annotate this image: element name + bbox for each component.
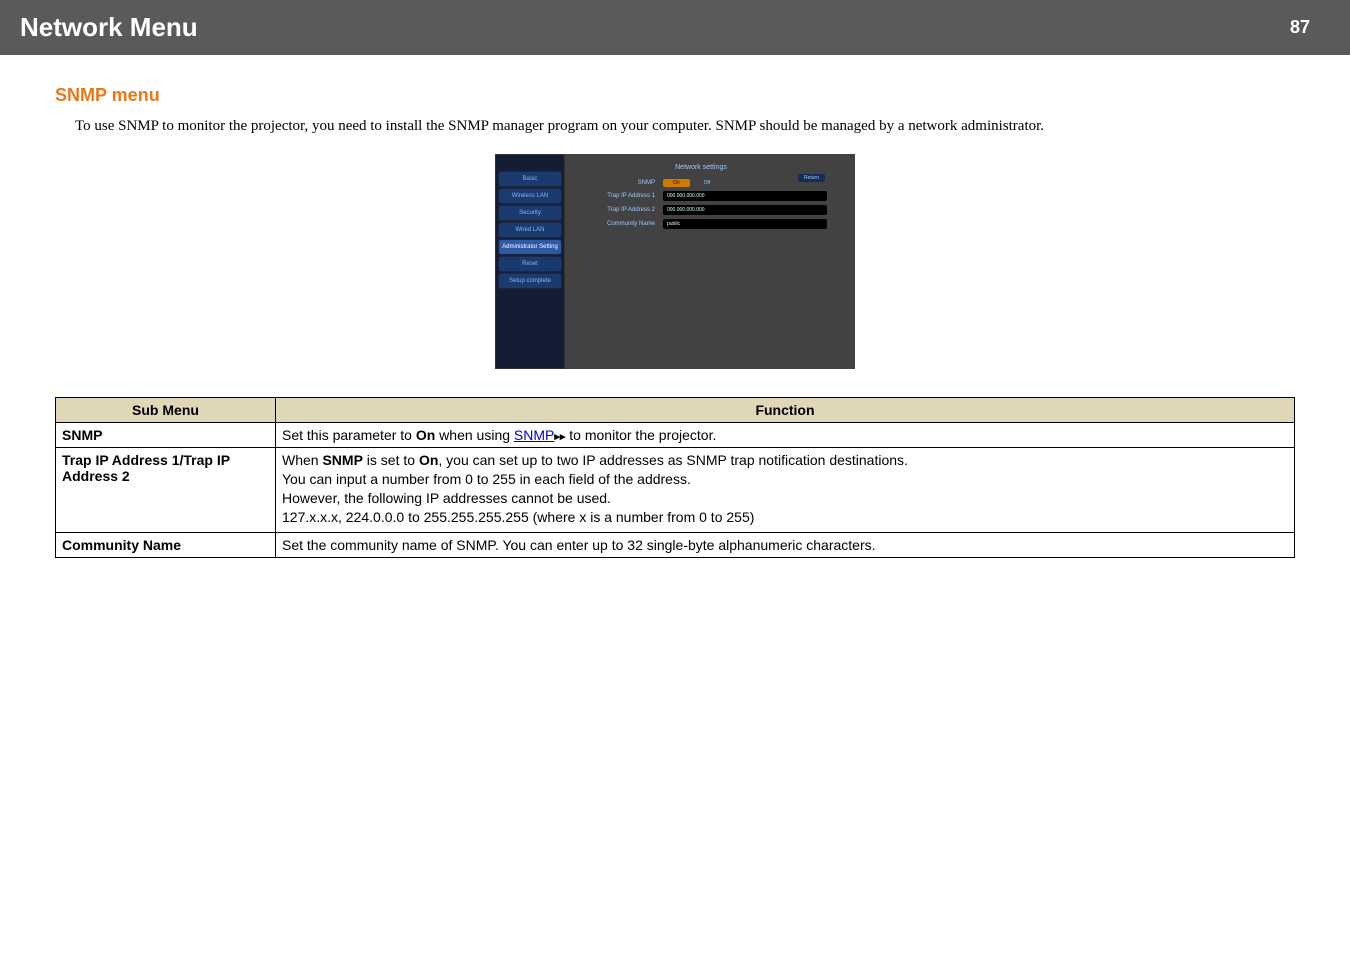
snmp-off: Off	[696, 179, 719, 187]
text-fragment: Set this parameter to	[282, 427, 416, 443]
function-table: Sub Menu Function SNMP Set this paramete…	[55, 397, 1295, 558]
trap2-value: 000.000.000.000	[663, 205, 827, 215]
text-fragment: When	[282, 452, 322, 468]
arrow-right-icon: ▸▸	[554, 431, 565, 443]
table-row: Trap IP Address 1/Trap IP Address 2 When…	[56, 448, 1295, 533]
row-snmp-function: Set this parameter to On when using SNMP…	[276, 423, 1295, 448]
return-button: Return	[798, 174, 825, 182]
text-line: You can input a number from 0 to 255 in …	[282, 471, 1288, 487]
embedded-screenshot: Basic Wireless LAN Security Wired LAN Ad…	[55, 154, 1295, 369]
community-value: public	[663, 219, 827, 229]
snmp-toggle-label: SNMP	[575, 180, 655, 186]
text-line: 127.x.x.x, 224.0.0.0 to 255.255.255.255 …	[282, 509, 1288, 525]
row-snmp-label: SNMP	[56, 423, 276, 448]
screenshot-main: Network settings Return SNMP On Off Trap…	[565, 154, 855, 369]
table-row: SNMP Set this parameter to On when using…	[56, 423, 1295, 448]
snmp-on: On	[663, 179, 690, 187]
text-on-bold: On	[419, 452, 438, 468]
text-fragment: to monitor the projector.	[565, 427, 716, 443]
row-trap-function: When SNMP is set to On, you can set up t…	[276, 448, 1295, 533]
page-header: Network Menu 87	[0, 0, 1350, 55]
screenshot-sidebar: Basic Wireless LAN Security Wired LAN Ad…	[495, 154, 565, 369]
trap2-label: Trap IP Address 2	[575, 207, 655, 213]
th-submenu: Sub Menu	[56, 398, 276, 423]
sidebar-item-setup-complete: Setup complete	[499, 274, 561, 288]
page-title: Network Menu	[20, 12, 198, 43]
row-trap-label: Trap IP Address 1/Trap IP Address 2	[56, 448, 276, 533]
text-fragment: , you can set up to two IP addresses as …	[438, 452, 908, 468]
community-label: Community Name	[575, 221, 655, 227]
sidebar-item-security: Security	[499, 206, 561, 220]
text-on: On	[416, 427, 435, 443]
th-function: Function	[276, 398, 1295, 423]
table-row: Community Name Set the community name of…	[56, 533, 1295, 558]
sidebar-item-basic: Basic	[499, 172, 561, 186]
page-content: SNMP menu To use SNMP to monitor the pro…	[0, 55, 1350, 578]
text-snmp-bold: SNMP	[322, 452, 362, 468]
page-number: 87	[1290, 17, 1310, 38]
screenshot-title: Network settings	[575, 164, 827, 171]
sidebar-item-wirelesslan: Wireless LAN	[499, 189, 561, 203]
text-line: However, the following IP addresses cann…	[282, 490, 1288, 506]
row-community-function: Set the community name of SNMP. You can …	[276, 533, 1295, 558]
section-heading: SNMP menu	[55, 85, 1295, 106]
intro-text: To use SNMP to monitor the projector, yo…	[75, 116, 1295, 136]
trap1-label: Trap IP Address 1	[575, 193, 655, 199]
row-community-label: Community Name	[56, 533, 276, 558]
sidebar-item-administrator: Administrator Setting	[499, 240, 561, 254]
sidebar-item-wiredlan: Wired LAN	[499, 223, 561, 237]
trap1-value: 000.000.000.000	[663, 191, 827, 201]
text-fragment: when using	[435, 427, 514, 443]
sidebar-item-reset: Reset	[499, 257, 561, 271]
text-fragment: is set to	[363, 452, 419, 468]
snmp-link[interactable]: SNMP	[514, 427, 554, 443]
